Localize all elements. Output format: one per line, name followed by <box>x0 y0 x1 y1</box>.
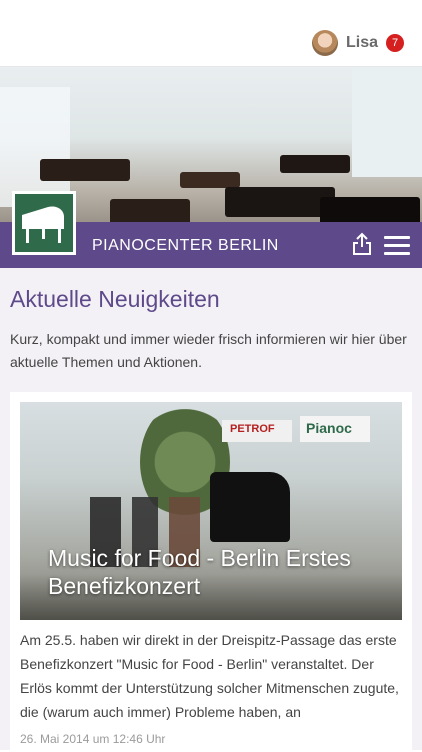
piano-logo-icon[interactable] <box>12 191 76 255</box>
store-sign-text: Pianoc <box>306 420 352 436</box>
menu-line <box>384 244 410 247</box>
piano <box>225 187 335 217</box>
user-name[interactable]: Lisa <box>346 34 378 52</box>
store-sign-text: PETROF <box>230 423 275 435</box>
piano <box>280 155 350 173</box>
user-menu[interactable]: Lisa 7 <box>311 30 404 56</box>
share-button[interactable] <box>350 232 374 256</box>
menu-line <box>384 236 410 239</box>
store-sign: Pianoc <box>300 416 370 442</box>
top-bar: Lisa 7 <box>0 0 422 67</box>
piano <box>40 159 130 181</box>
page-intro: Kurz, kompakt und immer wieder frisch in… <box>10 331 407 370</box>
store-sign: PETROF <box>222 420 292 442</box>
user-avatar[interactable] <box>311 30 338 56</box>
grand-piano <box>210 472 290 542</box>
menu-line <box>384 252 410 255</box>
showroom-window <box>352 67 422 177</box>
hamburger-menu-button[interactable] <box>384 236 410 256</box>
page-title: Aktuelle Neuigkeiten <box>10 286 220 312</box>
piano <box>320 197 420 223</box>
showroom-window <box>0 87 70 207</box>
news-card-title[interactable]: Music for Food - Berlin Erstes Benefizko… <box>48 544 388 600</box>
brand-name[interactable]: PIANOCENTER BERLIN <box>92 237 279 255</box>
piano-logo-graphic <box>22 206 64 243</box>
news-card-excerpt: Am 25.5. haben wir direkt in der Dreispi… <box>20 632 399 720</box>
news-card-date: 26. Mai 2014 um 12:46 Uhr <box>20 732 166 746</box>
share-icon <box>353 232 371 255</box>
piano <box>110 199 190 223</box>
news-card-image[interactable]: PETROF Pianoc Music for Food - Berlin Er… <box>20 402 402 620</box>
notification-badge[interactable]: 7 <box>386 34 404 52</box>
news-card[interactable]: PETROF Pianoc Music for Food - Berlin Er… <box>10 392 412 752</box>
piano <box>180 172 240 188</box>
